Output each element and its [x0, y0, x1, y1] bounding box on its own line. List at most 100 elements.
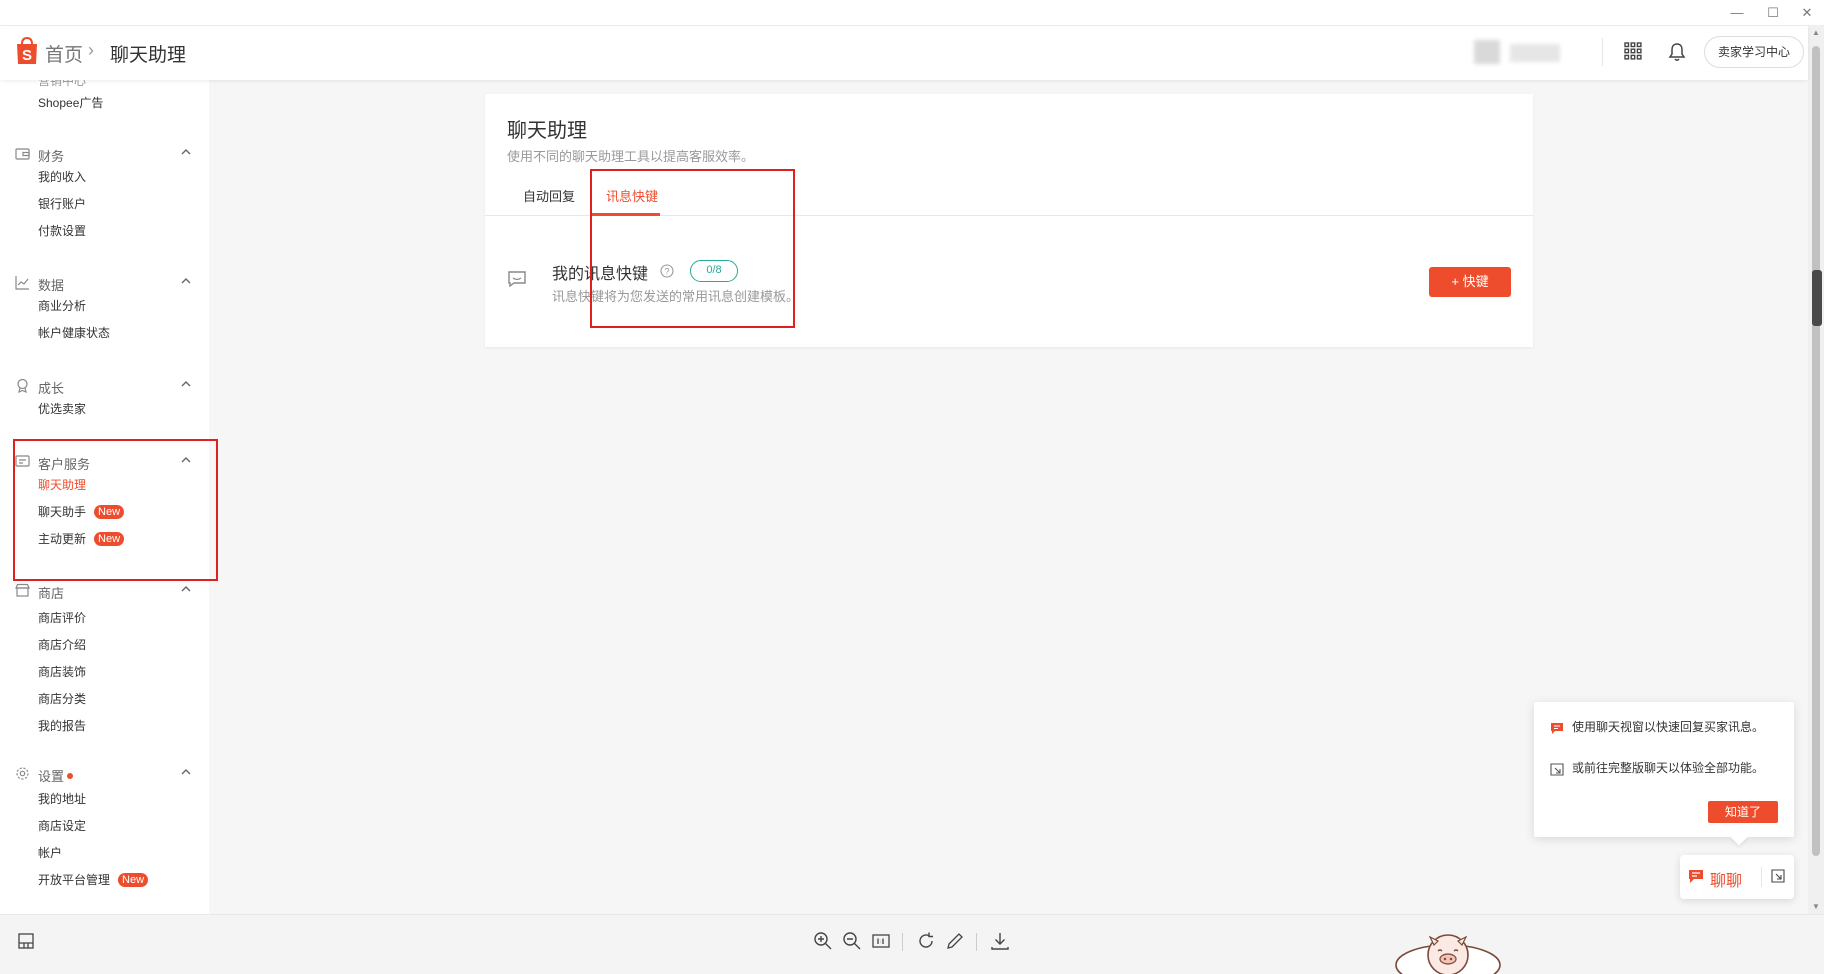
sidebar-section-settings: 设置 我的地址 商店设定 帐户 开放平台管理 New	[0, 762, 209, 887]
chat-divider	[1761, 867, 1762, 887]
tab-quick-replies[interactable]: 讯息快键	[606, 186, 658, 205]
message-icon	[508, 271, 526, 288]
sidebar-section-title: 商店	[38, 586, 65, 601]
sidebar-item-my-reports[interactable]: 我的报告	[38, 717, 86, 734]
sidebar-item-account[interactable]: 帐户	[38, 844, 62, 861]
page-scrollbar[interactable]	[1808, 26, 1824, 916]
apps-grid-icon[interactable]	[1624, 42, 1642, 60]
zoom-out-icon[interactable]	[842, 931, 862, 951]
rotate-icon[interactable]	[916, 931, 936, 951]
quick-replies-description: 讯息快键将为您发送的常用讯息创建模板。	[552, 289, 800, 304]
tab-bar: 自动回复 讯息快键	[485, 172, 1533, 216]
chat-bubble-icon	[1689, 870, 1703, 883]
sidebar-item-partial[interactable]: 营销中心	[38, 80, 86, 89]
top-header: S 首页 › 聊天助理 卖家学习中心	[0, 26, 1808, 80]
sidebar-item-shop-ratings[interactable]: 商店评价	[38, 609, 86, 626]
sidebar-item-shop-categories[interactable]: 商店分类	[38, 690, 86, 707]
chevron-up-icon[interactable]	[180, 454, 192, 466]
shopee-logo-icon[interactable]: S	[14, 36, 40, 66]
sidebar-section-header[interactable]: 客户服务	[0, 450, 209, 474]
seller-learning-center-button[interactable]: 卖家学习中心	[1704, 36, 1804, 68]
window-close-button[interactable]: ✕	[1792, 4, 1822, 22]
zoom-in-icon[interactable]	[813, 931, 833, 951]
wallet-icon	[15, 148, 30, 160]
sidebar-section-header[interactable]: 商店	[0, 579, 209, 603]
chat-label[interactable]: 聊聊	[1710, 867, 1742, 891]
chat-assistant-card: 聊天助理 使用不同的聊天助理工具以提高客服效率。 自动回复 讯息快键 我的讯息快…	[485, 94, 1533, 347]
quick-replies-title: 我的讯息快键	[552, 266, 649, 283]
tab-auto-reply[interactable]: 自动回复	[523, 186, 575, 205]
chevron-up-icon[interactable]	[180, 766, 192, 778]
scroll-down-arrow-icon[interactable]: ▼	[1808, 900, 1824, 914]
sidebar-item-chat-helper[interactable]: 聊天助手 New	[38, 503, 125, 520]
download-icon[interactable]	[990, 931, 1010, 951]
sidebar-item-bank-account[interactable]: 银行账户	[38, 195, 86, 212]
sidebar-section-header[interactable]: 成长	[0, 374, 209, 398]
page: — ☐ ✕ S 首页 › 聊天助理 卖家学习中心 ▲ ▼ 营销中心 Shopee…	[0, 0, 1824, 974]
notification-bell-icon[interactable]	[1668, 42, 1686, 62]
sidebar: 营销中心 Shopee广告 财务 我的收入 银行账户 付款设置 数据 商业分析 …	[0, 80, 209, 914]
active-tab-indicator	[592, 213, 660, 216]
chat-bubble-icon	[1551, 723, 1563, 734]
got-it-button[interactable]: 知道了	[1708, 801, 1778, 823]
sidebar-item-open-platform[interactable]: 开放平台管理 New	[38, 871, 149, 888]
user-avatar[interactable]	[1474, 40, 1500, 64]
sidebar-section-growth: 成长 优选卖家	[0, 374, 209, 416]
sidebar-item-label: 开放平台管理	[38, 873, 111, 887]
add-quick-reply-button[interactable]: + 快键	[1429, 267, 1511, 297]
chevron-up-icon[interactable]	[180, 378, 192, 390]
sidebar-section-finance: 财务 我的收入 银行账户 付款设置	[0, 142, 209, 238]
sidebar-section-header[interactable]: 数据	[0, 271, 209, 295]
sidebar-section-title: 财务	[38, 149, 65, 164]
sidebar-section-header[interactable]: 财务	[0, 142, 209, 166]
chevron-up-icon[interactable]	[180, 583, 192, 595]
sidebar-item-payment-settings[interactable]: 付款设置	[38, 222, 86, 239]
sidebar-item-business-insights[interactable]: 商业分析	[38, 297, 86, 314]
line-chart-icon	[15, 276, 29, 290]
chat-box-icon	[15, 455, 30, 467]
sidebar-section-header[interactable]: 设置	[0, 762, 209, 786]
panel-toggle-icon[interactable]	[16, 931, 36, 951]
popover-text: 使用聊天视窗以快速回复买家讯息。	[1572, 720, 1765, 734]
window-minimize-button[interactable]: —	[1722, 4, 1752, 22]
window-titlebar: — ☐ ✕	[0, 0, 1824, 26]
sidebar-item-my-income[interactable]: 我的收入	[38, 168, 86, 185]
breadcrumb-home-link[interactable]: 首页	[45, 40, 83, 67]
sidebar-item-shop-decoration[interactable]: 商店装饰	[38, 663, 86, 680]
chat-tip-popover: 使用聊天视窗以快速回复买家讯息。 或前往完整版聊天以体验全部功能。 知道了	[1534, 702, 1794, 837]
gear-icon	[16, 767, 29, 780]
sidebar-item-chat-assistant[interactable]: 聊天助理	[38, 476, 86, 493]
image-viewer-toolbar	[0, 914, 1824, 974]
expand-window-icon[interactable]	[1771, 869, 1785, 883]
sidebar-item-shopee-ads[interactable]: Shopee广告	[38, 94, 103, 111]
sidebar-section-customer-service: 客户服务 聊天助理 聊天助手 New 主动更新 New	[0, 450, 209, 546]
scroll-up-arrow-icon[interactable]: ▲	[1808, 26, 1824, 40]
help-icon[interactable]: ?	[660, 264, 674, 278]
edit-pencil-icon[interactable]	[945, 931, 965, 951]
new-badge: New	[118, 873, 149, 887]
scrollbar-thumb[interactable]	[1812, 46, 1820, 856]
sidebar-item-preferred-seller[interactable]: 优选卖家	[38, 400, 86, 417]
actual-size-icon[interactable]	[871, 931, 891, 951]
sidebar-section-title: 成长	[38, 381, 65, 396]
user-name[interactable]	[1510, 44, 1560, 62]
sidebar-item-account-health[interactable]: 帐户健康状态	[38, 324, 110, 341]
toolbar-separator	[976, 933, 977, 951]
sidebar-item-shop-settings[interactable]: 商店设定	[38, 817, 86, 834]
chevron-up-icon[interactable]	[180, 146, 192, 158]
chevron-up-icon[interactable]	[180, 275, 192, 287]
breadcrumb-current: 聊天助理	[110, 45, 187, 66]
chat-widget[interactable]: 聊聊	[1680, 855, 1794, 899]
sidebar-item-shop-profile[interactable]: 商店介绍	[38, 636, 86, 653]
sidebar-section-shop: 商店 商店评价 商店介绍 商店装饰 商店分类 我的报告	[0, 579, 209, 733]
window-maximize-button[interactable]: ☐	[1758, 4, 1788, 22]
sidebar-item-proactive-update[interactable]: 主动更新 New	[38, 530, 125, 547]
new-badge: New	[94, 505, 125, 519]
svg-text:?: ?	[664, 267, 669, 277]
sidebar-section-data: 数据 商业分析 帐户健康状态	[0, 271, 209, 340]
sidebar-item-my-addresses[interactable]: 我的地址	[38, 790, 86, 807]
sidebar-item-label: 主动更新	[38, 532, 87, 546]
side-handle[interactable]	[1812, 270, 1822, 326]
breadcrumb-separator: ›	[88, 40, 94, 60]
notification-dot	[67, 773, 74, 779]
